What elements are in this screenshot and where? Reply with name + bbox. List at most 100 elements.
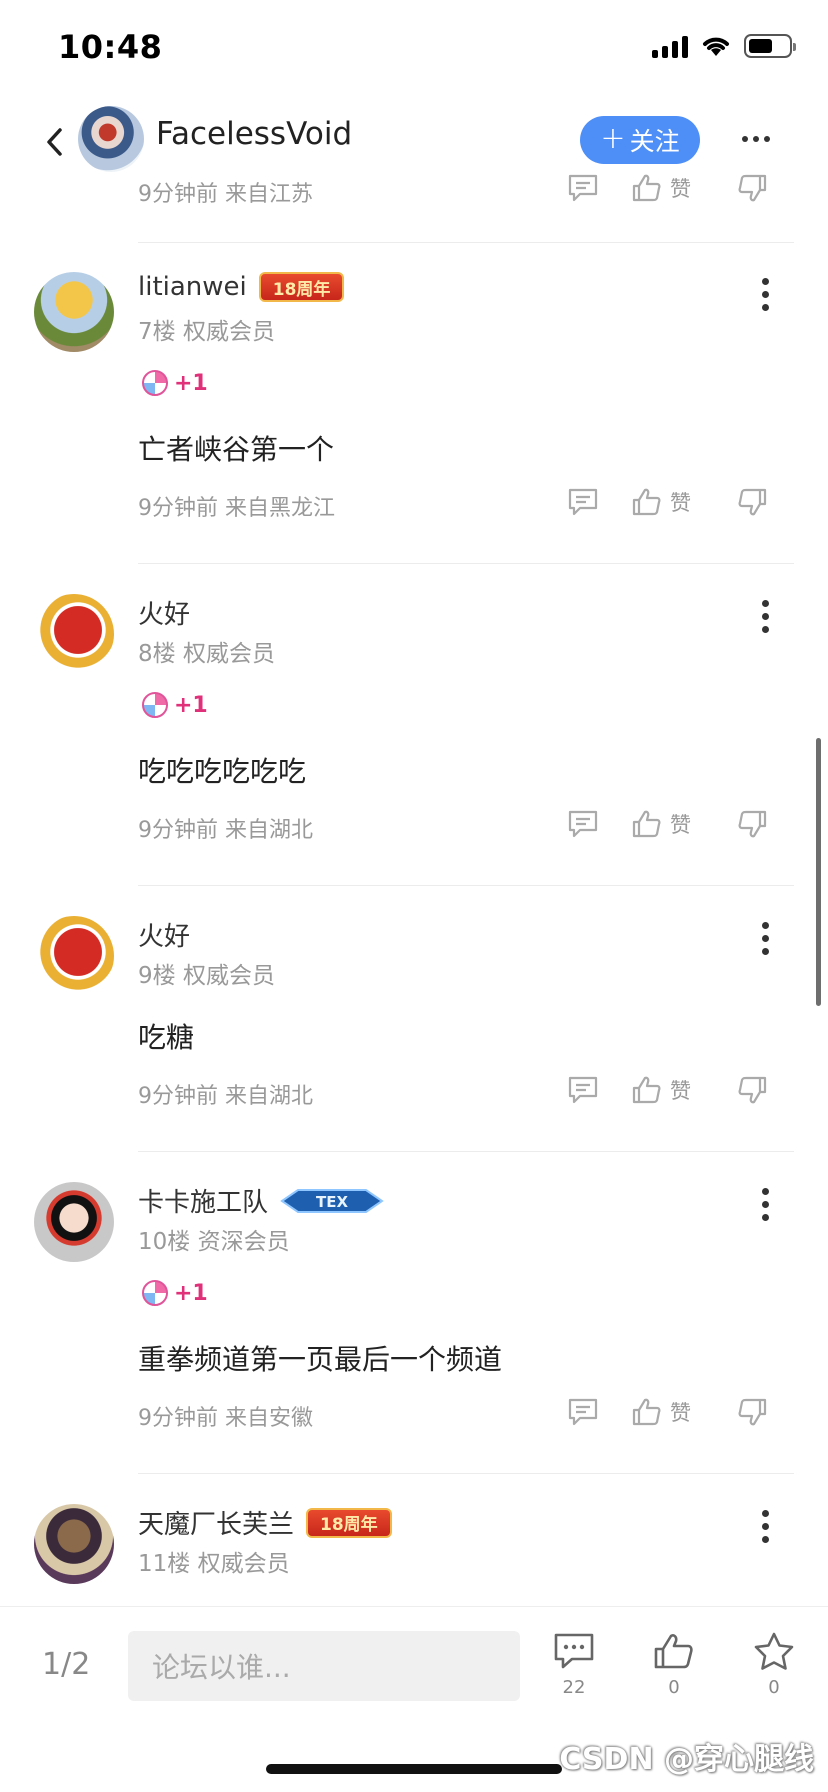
like-label: 赞	[670, 1401, 691, 1425]
more-options-icon[interactable]	[742, 136, 770, 142]
signal-icon	[652, 34, 688, 58]
watermark: CSDN @穿心腿线	[559, 1742, 814, 1777]
floor-label: 11楼 权威会员	[138, 1551, 290, 1577]
user-avatar[interactable]	[34, 916, 114, 996]
svg-text:TEX: TEX	[316, 1193, 348, 1211]
status-icons	[652, 34, 796, 58]
thumbs-up-icon	[632, 174, 661, 202]
username[interactable]: 卡卡施工队	[138, 1182, 268, 1219]
reply-icon[interactable]	[566, 1396, 600, 1428]
reply-icon[interactable]	[566, 808, 600, 840]
username-row: 天魔厂长芙兰 18周年	[138, 1504, 392, 1541]
anniversary-badge: 18周年	[258, 272, 345, 302]
user-avatar[interactable]	[34, 594, 114, 674]
floor-label: 9楼 权威会员	[138, 963, 275, 989]
username-row: 卡卡施工队 TEX	[138, 1182, 384, 1219]
comment-more-icon[interactable]	[762, 1510, 770, 1543]
comment-more-icon[interactable]	[762, 600, 770, 633]
wifi-icon	[703, 37, 729, 56]
thumbs-up-icon	[632, 1076, 661, 1104]
home-indicator[interactable]	[266, 1764, 562, 1774]
reply-icon[interactable]	[566, 1074, 600, 1106]
username[interactable]: 火好	[138, 916, 190, 953]
username[interactable]: 天魔厂长芙兰	[138, 1504, 294, 1541]
plus-one-tag: +1	[142, 370, 208, 396]
floor-label: 10楼 资深会员	[138, 1229, 290, 1255]
thumbs-down-icon[interactable]	[735, 486, 769, 518]
back-icon[interactable]	[40, 124, 70, 160]
comment-meta: 9分钟前 来自湖北	[138, 818, 313, 843]
comment-meta: 9分钟前 来自安徽	[138, 1406, 313, 1431]
user-avatar[interactable]	[34, 1182, 114, 1262]
like-button[interactable]: 赞	[630, 486, 691, 518]
like-count: 0	[668, 1677, 680, 1698]
follow-button[interactable]: + 关注	[580, 116, 700, 164]
username[interactable]: 火好	[138, 594, 190, 631]
thumbs-up-icon	[632, 488, 661, 516]
like-button[interactable]: 赞	[630, 1396, 691, 1428]
floor-label: 8楼 权威会员	[138, 641, 275, 667]
username-row: 火好	[138, 594, 190, 631]
like-post-button[interactable]: 0	[644, 1631, 704, 1698]
like-button[interactable]: 赞	[630, 172, 691, 204]
like-button[interactable]: 赞	[630, 808, 691, 840]
comment-more-icon[interactable]	[762, 922, 770, 955]
comment-item: 天魔厂长芙兰 18周年 11楼 权威会员	[0, 1474, 828, 1604]
comment-actions: 赞	[566, 1074, 769, 1106]
thumbs-down-icon[interactable]	[735, 808, 769, 840]
thumbs-down-icon[interactable]	[735, 1396, 769, 1428]
battery-icon	[744, 34, 796, 58]
like-label: 赞	[670, 177, 691, 201]
comment-count-button[interactable]: 22	[544, 1631, 604, 1698]
plus-one-text: +1	[174, 370, 208, 396]
username-row: litianwei 18周年	[138, 272, 345, 302]
like-label: 赞	[670, 1079, 691, 1103]
partial-comment: 9分钟前 来自江苏 赞	[0, 172, 828, 243]
comment-item: 火好 9楼 权威会员 吃糖 9分钟前 来自湖北 赞	[0, 886, 828, 1152]
comment-item: 火好 8楼 权威会员 +1 吃吃吃吃吃吃 9分钟前 来自湖北 赞	[0, 564, 828, 886]
comment-count: 22	[562, 1677, 586, 1698]
username-row: 火好	[138, 916, 190, 953]
user-avatar[interactable]	[34, 272, 114, 352]
level-badge: TEX	[280, 1188, 384, 1213]
star-icon	[754, 1632, 794, 1670]
candy-icon	[142, 1280, 168, 1306]
comment-more-icon[interactable]	[762, 278, 770, 311]
follow-label: 关注	[629, 127, 680, 156]
favorite-button[interactable]: 0	[744, 1631, 804, 1698]
scrollbar[interactable]	[816, 738, 821, 1006]
anniversary-badge: 18周年	[306, 1507, 392, 1538]
comment-content: 吃糖	[138, 1021, 195, 1054]
reply-input[interactable]: 论坛以谁...	[128, 1631, 520, 1701]
page-indicator[interactable]: 1/2	[42, 1647, 90, 1682]
like-label: 赞	[670, 491, 691, 515]
candy-icon	[142, 370, 168, 396]
comment-meta: 9分钟前 来自江苏	[138, 182, 313, 207]
comment-content: 重拳频道第一页最后一个频道	[138, 1343, 503, 1376]
username[interactable]: litianwei	[138, 272, 247, 302]
like-button[interactable]: 赞	[630, 1074, 691, 1106]
comment-more-icon[interactable]	[762, 1188, 770, 1221]
status-bar: 10:48	[0, 0, 828, 100]
favorite-count: 0	[768, 1677, 780, 1698]
status-time: 10:48	[58, 28, 163, 66]
comment-meta: 9分钟前 来自黑龙江	[138, 496, 335, 521]
floor-label: 7楼 权威会员	[138, 319, 275, 345]
user-avatar[interactable]	[34, 1504, 114, 1584]
plus-icon: +	[600, 121, 626, 156]
comment-item: 卡卡施工队 TEX 10楼 资深会员 +1 重拳频道第一页最后一个频道 9分钟前…	[0, 1152, 828, 1474]
author-name[interactable]: FacelessVoid	[156, 116, 352, 152]
comment-meta: 9分钟前 来自湖北	[138, 1084, 313, 1109]
author-avatar[interactable]	[78, 106, 144, 172]
thumbs-down-icon[interactable]	[735, 1074, 769, 1106]
comment-content: 亡者峡谷第一个	[138, 433, 335, 466]
reply-icon[interactable]	[566, 172, 600, 204]
post-header: FacelessVoid + 关注	[0, 100, 828, 182]
thumbs-down-icon[interactable]	[735, 172, 769, 204]
comment-actions: 赞	[566, 1396, 769, 1428]
like-label: 赞	[670, 813, 691, 837]
thumbs-up-icon	[632, 1398, 661, 1426]
comment-actions: 赞	[566, 808, 769, 840]
reply-icon[interactable]	[566, 486, 600, 518]
comment-actions: 赞	[566, 486, 769, 518]
